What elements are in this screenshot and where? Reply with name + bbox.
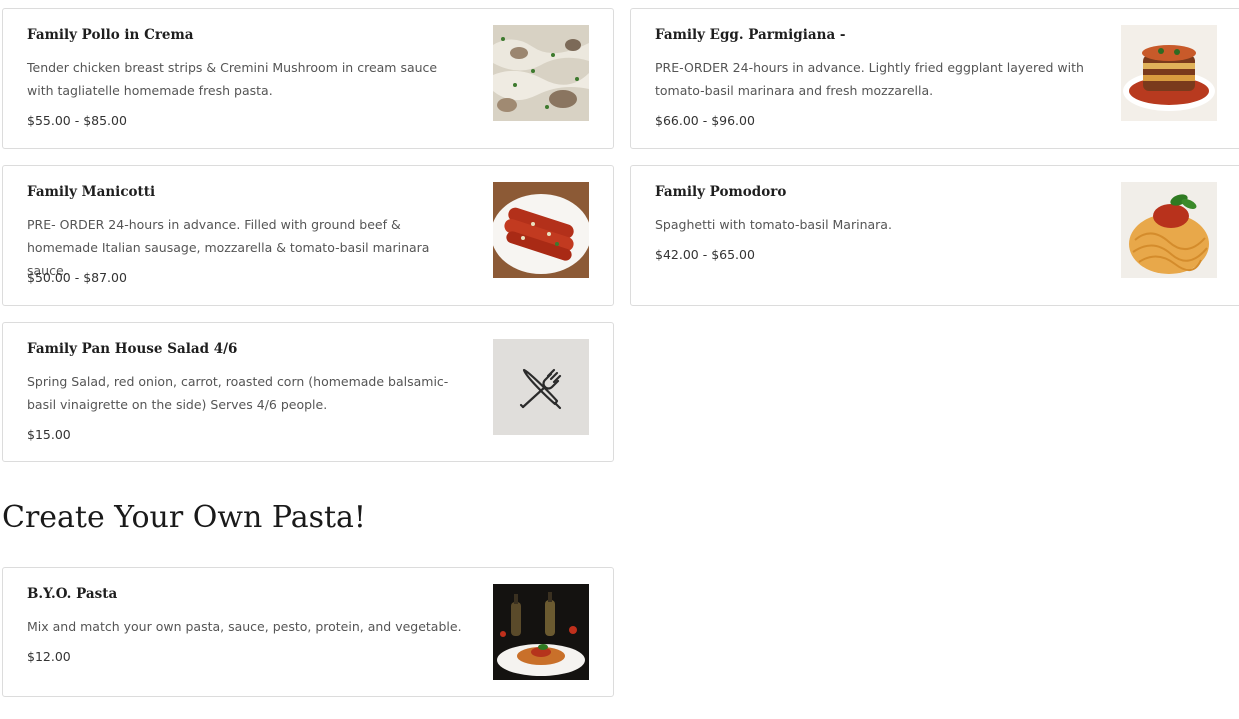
manicotti-photo [493,182,589,278]
menu-item-price: $15.00 [27,427,71,442]
menu-item-description: PRE-ORDER 24-hours in advance. Lightly f… [655,60,1084,98]
menu-item-price: $12.00 [27,649,71,664]
menu-item-card[interactable]: Family Pollo in Crema Tender chicken bre… [2,8,614,149]
menu-item-description: Spring Salad, red onion, carrot, roasted… [27,374,449,412]
menu-item-price: $55.00 - $85.00 [27,113,127,128]
menu-item-description: Mix and match your own pasta, sauce, pes… [27,619,462,634]
menu-item-name: Family Egg. Parmigiana - [655,27,846,43]
menu-item-card[interactable]: Family Pomodoro Spaghetti with tomato-ba… [630,165,1239,306]
menu-item-card[interactable]: Family Pan House Salad 4/6 Spring Salad,… [2,322,614,462]
menu-item-name: Family Manicotti [27,184,156,200]
menu-item-description: Tender chicken breast strips & Cremini M… [27,60,438,98]
spaghetti-pomodoro-photo [1121,182,1217,278]
section-title: Create Your Own Pasta! [2,500,366,535]
menu-item-price: $50.00 - $87.00 [27,270,127,285]
menu-item-card[interactable]: B.Y.O. Pasta Mix and match your own past… [2,567,614,697]
menu-item-card[interactable]: Family Manicotti PRE- ORDER 24-hours in … [2,165,614,306]
menu-item-price: $42.00 - $65.00 [655,247,755,262]
chicken-mushroom-pasta-photo [493,25,589,121]
fork-knife-placeholder-icon [493,339,589,435]
menu-item-description: Spaghetti with tomato-basil Marinara. [655,217,892,232]
menu-item-card[interactable]: Family Egg. Parmigiana - PRE-ORDER 24-ho… [630,8,1239,149]
pasta-plate-with-bottles-photo [493,584,589,680]
menu-item-name: Family Pomodoro [655,184,787,200]
menu-item-name: Family Pan House Salad 4/6 [27,341,238,357]
eggplant-parmigiana-photo [1121,25,1217,121]
menu-item-name: B.Y.O. Pasta [27,586,118,602]
menu-item-price: $66.00 - $96.00 [655,113,755,128]
menu-item-name: Family Pollo in Crema [27,27,194,43]
